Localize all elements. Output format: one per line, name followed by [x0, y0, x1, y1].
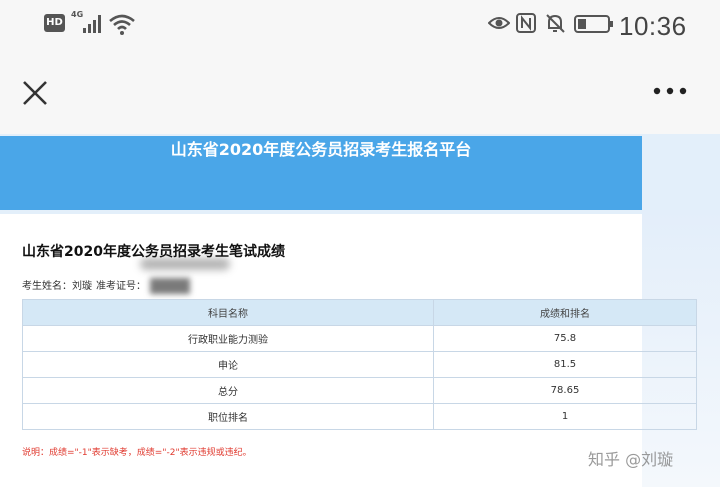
web-content: 山东省2020年度公务员招录考生报名平台 山东省2020年度公务员招录考生笔试成…	[0, 134, 720, 487]
score-cell: 78.65	[433, 377, 697, 404]
ticket-number-label: 准考证号：	[96, 281, 146, 292]
status-bar: HD 4G 10:36	[0, 0, 720, 48]
score-cell: 81.5	[433, 351, 697, 378]
subject-cell: 职位排名	[22, 403, 434, 430]
score-cell: 1	[433, 403, 697, 430]
candidate-name: 考生姓名：刘璇	[22, 281, 92, 292]
header-banner: 山东省2020年度公务员招录考生报名平台	[0, 136, 642, 210]
score-cell: 75.8	[433, 325, 697, 352]
candidate-info: 考生姓名：刘璇 准考证号：	[22, 277, 150, 292]
site-title: 山东省2020年度公务员招录考生报名平台	[170, 140, 472, 159]
subject-cell: 总分	[22, 377, 434, 404]
battery-icon	[574, 15, 613, 33]
ticket-number-redacted	[150, 278, 190, 294]
hd-icon: HD	[44, 14, 65, 32]
wifi-icon	[109, 14, 135, 35]
eye-comfort-icon	[488, 17, 510, 29]
column-header-subject: 科目名称	[22, 299, 434, 326]
clock: 10:36	[619, 11, 687, 41]
table-row: 申论 81.5	[22, 351, 697, 378]
explanation-note: 说明：成绩="-1"表示缺考，成绩="-2"表示违规或违纪。	[22, 448, 252, 458]
mute-icon	[546, 14, 565, 33]
close-icon[interactable]	[20, 78, 50, 108]
signal-icon	[83, 15, 101, 33]
more-options-icon[interactable]	[650, 84, 690, 98]
table-row: 职位排名 1	[22, 403, 697, 430]
nfc-icon	[516, 13, 536, 33]
table-row: 行政职业能力测验 75.8	[22, 325, 697, 352]
subject-cell: 行政职业能力测验	[22, 325, 434, 352]
subject-cell: 申论	[22, 351, 434, 378]
watermark: 知乎 @刘璇	[588, 450, 674, 469]
redaction-blur	[140, 258, 230, 270]
column-header-score: 成绩和排名	[433, 299, 697, 326]
table-row: 总分 78.65	[22, 377, 697, 404]
browser-toolbar	[0, 48, 720, 134]
score-table: 科目名称 成绩和排名 行政职业能力测验 75.8 申论 81.5 总分 78.6…	[22, 299, 697, 430]
table-header-row: 科目名称 成绩和排名	[22, 299, 697, 326]
